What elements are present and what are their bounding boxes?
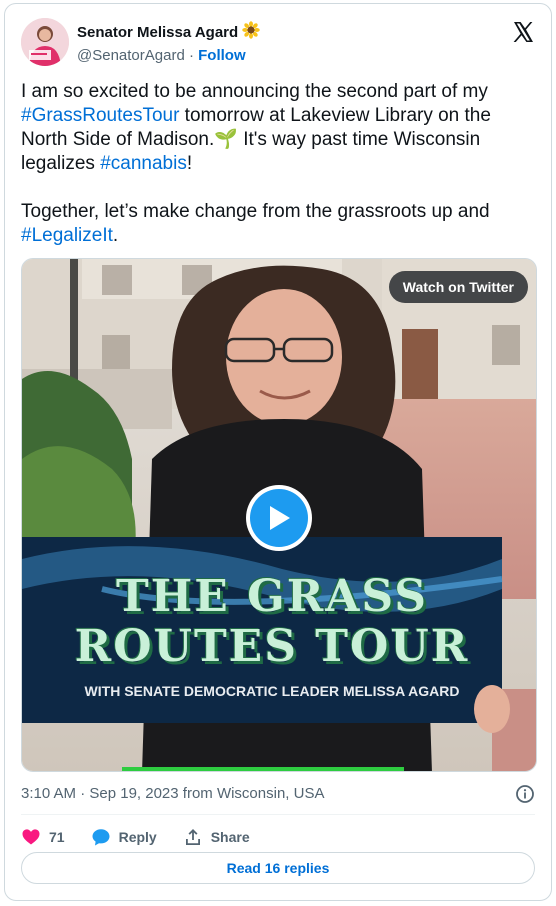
share-icon <box>185 829 200 845</box>
sunflower-icon <box>242 21 260 45</box>
like-count: 71 <box>49 829 65 845</box>
watch-on-twitter-button[interactable]: Watch on Twitter <box>388 271 528 303</box>
tweet-text-segment: Together, let’s make change from the gra… <box>21 201 490 222</box>
author-names: Senator Melissa Agard @SenatorAgard · Fo… <box>77 21 260 66</box>
share-button[interactable]: Share <box>183 827 250 847</box>
tweet-text-segment: I am so excited to be announcing the sec… <box>21 81 488 102</box>
video-progress-bar <box>122 767 404 771</box>
sign-title-line1: THE GRASS <box>115 571 429 622</box>
like-button[interactable]: 71 <box>21 827 65 847</box>
share-label: Share <box>210 829 250 845</box>
author-handle[interactable]: @SenatorAgard <box>77 47 185 64</box>
reply-bubble-icon <box>92 829 110 846</box>
x-logo-icon[interactable] <box>511 20 535 44</box>
reply-label: Reply <box>118 829 157 845</box>
author-display-name[interactable]: Senator Melissa Agard <box>77 23 238 43</box>
tweet-paragraph-1: I am so excited to be announcing the sec… <box>21 80 531 176</box>
tweet-header: Senator Melissa Agard @SenatorAgard · Fo… <box>21 18 535 70</box>
tweet-timestamp[interactable]: 3:10 AM · Sep 19, 2023 from Wisconsin, U… <box>21 784 324 804</box>
play-button[interactable] <box>246 485 312 551</box>
sign-title-line2: ROUTES TOUR <box>74 621 470 672</box>
hashtag-link[interactable]: #cannabis <box>100 153 187 174</box>
divider <box>21 814 535 815</box>
reply-button[interactable]: Reply <box>91 827 157 847</box>
tweet-text: I am so excited to be announcing the sec… <box>21 80 531 248</box>
tweet-card: Senator Melissa Agard @SenatorAgard · Fo… <box>4 3 552 901</box>
hashtag-link[interactable]: #GrassRoutesTour <box>21 105 179 126</box>
separator: · <box>188 47 194 64</box>
tweet-text-segment: ! <box>186 153 193 174</box>
video-player[interactable]: THE GRASS ROUTES TOUR WITH SENATE DEMOCR… <box>21 258 537 772</box>
tweet-paragraph-2: Together, let’s make change from the gra… <box>21 200 531 248</box>
tweet-actions: 71 Reply Share <box>21 823 276 851</box>
tweet-text-segment: . <box>112 225 119 246</box>
play-icon <box>250 489 308 547</box>
heart-icon <box>22 829 40 845</box>
author-display-name-row[interactable]: Senator Melissa Agard <box>77 21 260 45</box>
avatar[interactable] <box>21 18 69 66</box>
sign-subtitle: WITH SENATE DEMOCRATIC LEADER MELISSA AG… <box>84 683 460 699</box>
hashtag-link[interactable]: #LegalizeIt <box>21 225 113 246</box>
info-icon[interactable] <box>515 784 535 804</box>
follow-button[interactable]: Follow <box>198 47 246 64</box>
seedling-emoji: 🌱 <box>214 129 238 150</box>
author-handle-row: @SenatorAgard · Follow <box>77 46 260 66</box>
read-replies-button[interactable]: Read 16 replies <box>21 852 535 884</box>
